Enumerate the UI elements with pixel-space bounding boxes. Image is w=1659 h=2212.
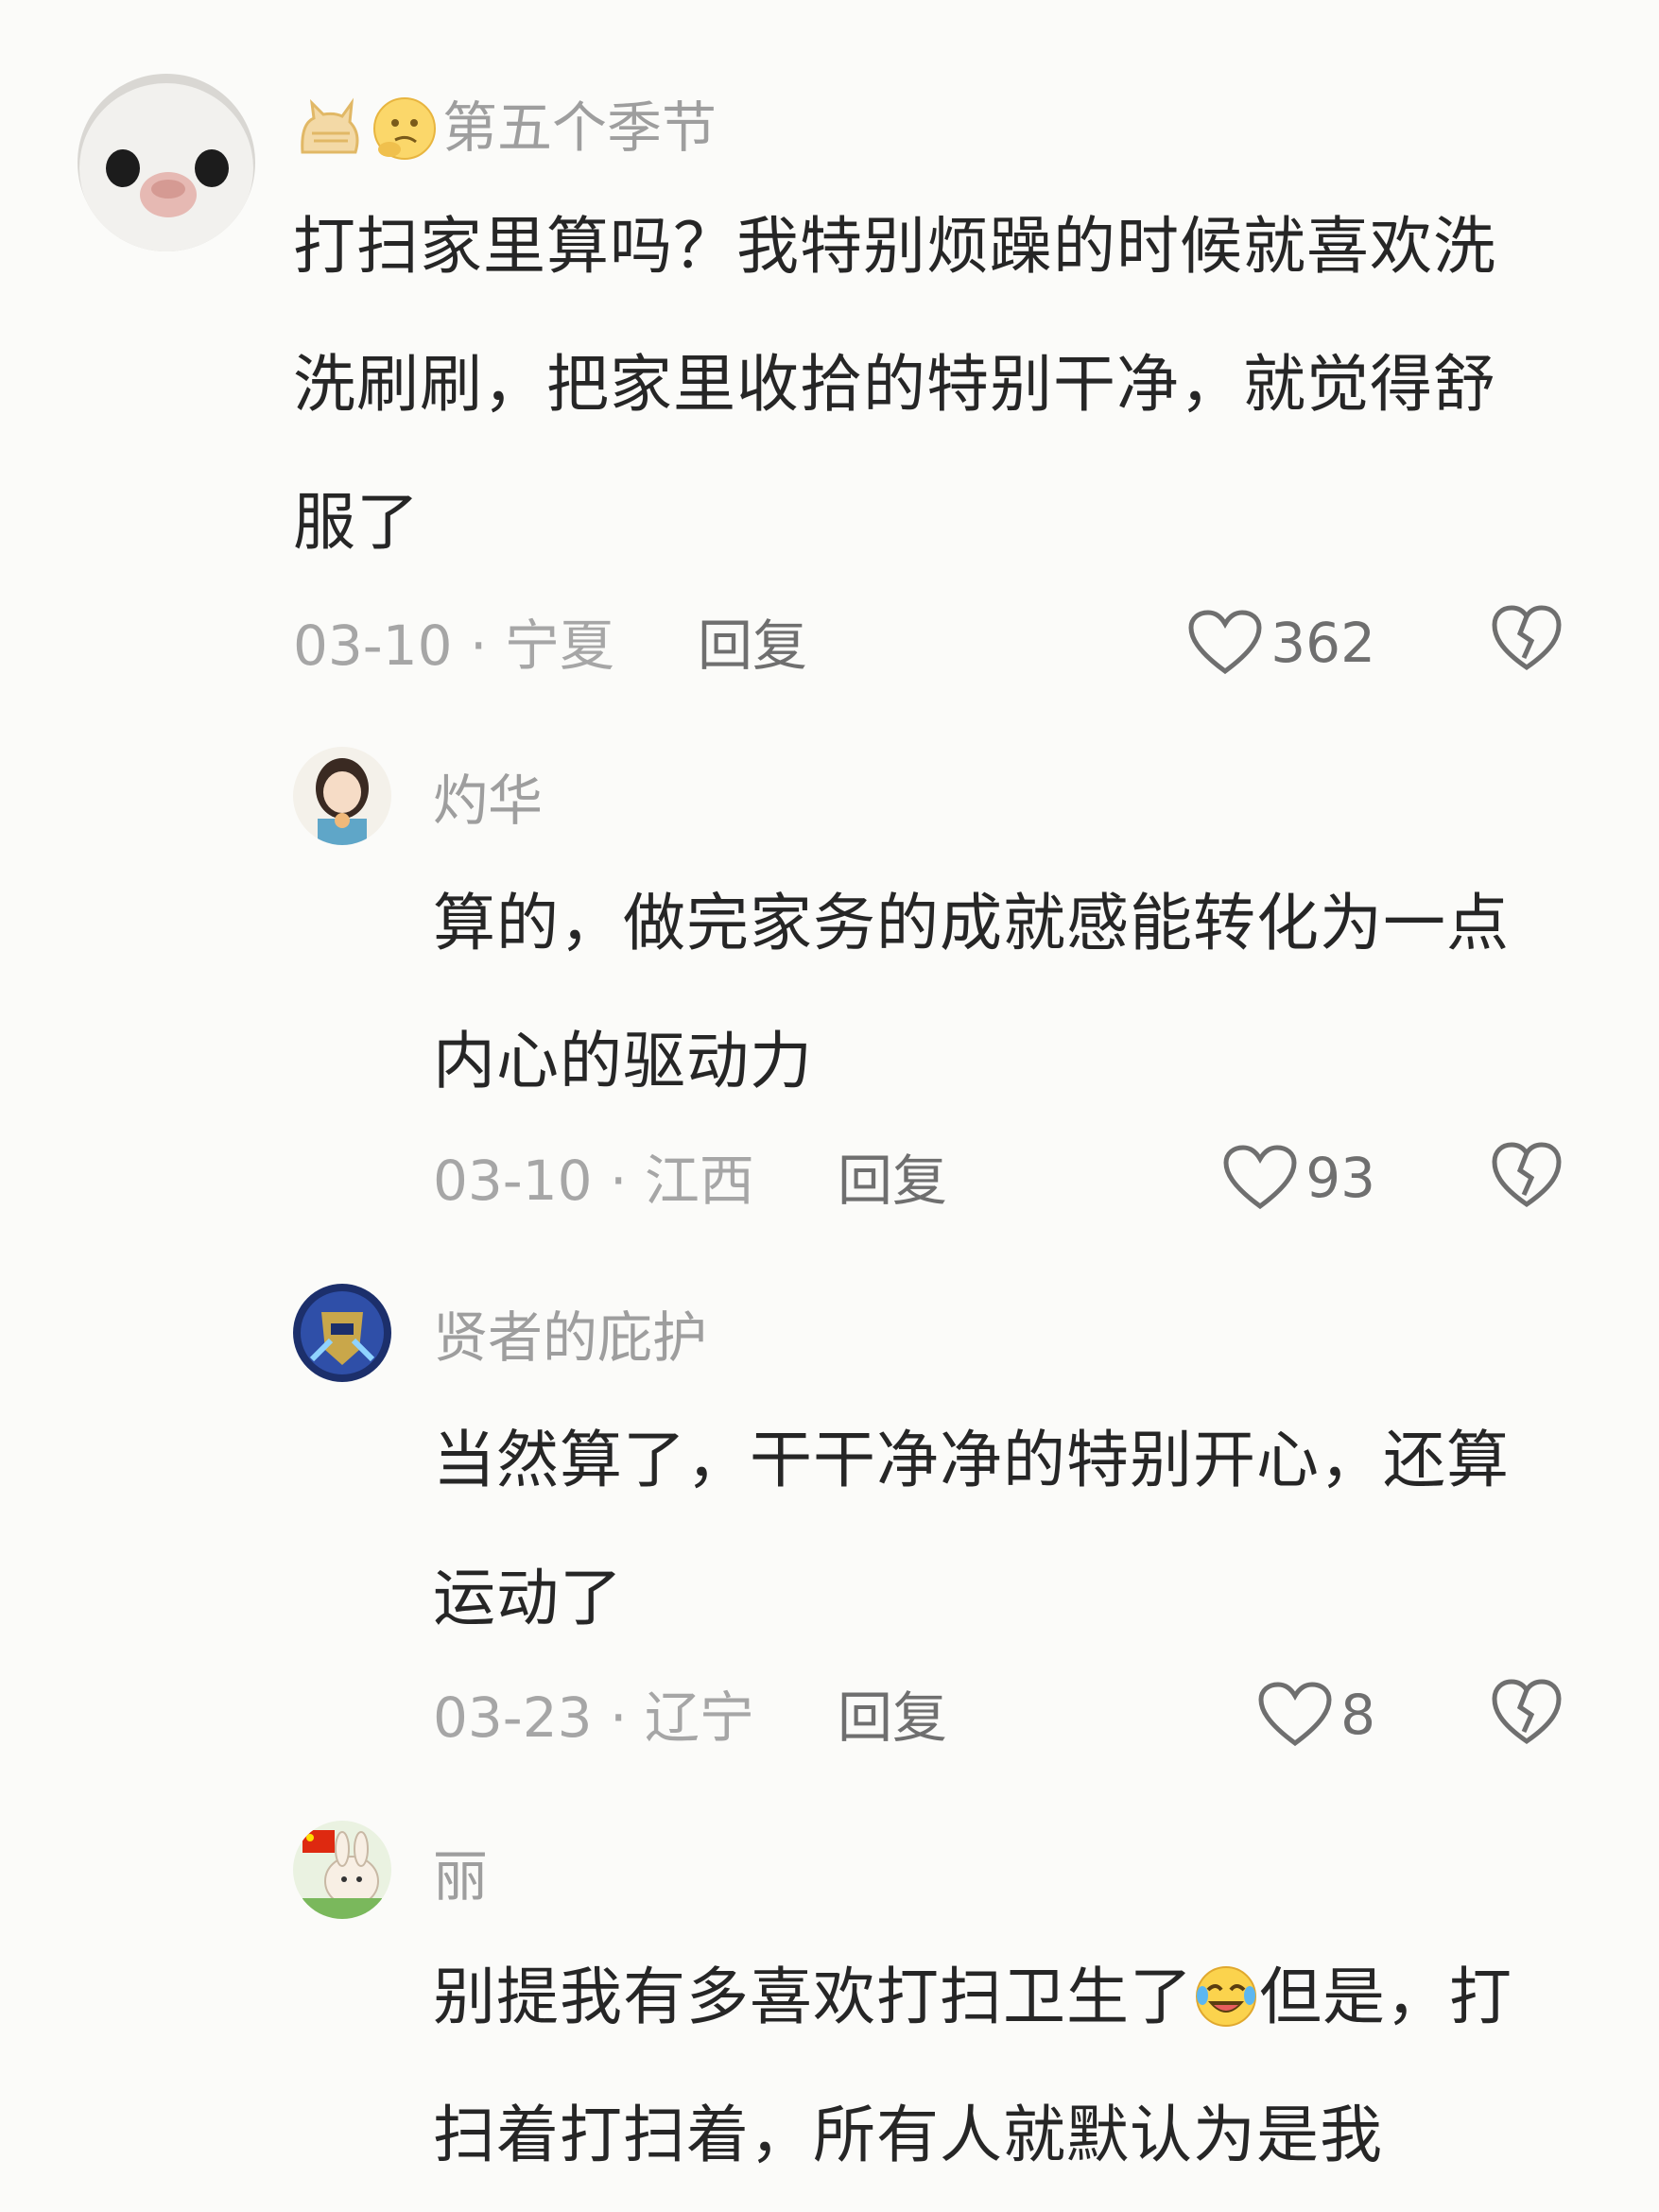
thinking-face-icon [371,95,439,166]
reply-button[interactable]: 回复 [698,613,807,679]
like-count: 93 [1305,1146,1375,1210]
heart-outline-icon [1222,1144,1298,1212]
user-badges [293,95,439,166]
broken-heart-icon [1492,1679,1562,1745]
reply-button[interactable]: 回复 [838,1148,947,1214]
cat-avatar-icon [78,74,255,251]
comment-text: 打扫家里算吗？我特别烦躁的时候就喜欢洗洗刷刷，把家里收拾的特别干净，就觉得舒服了 [293,210,1496,559]
comment-text-part: 别提我有多喜欢打扫卫生了 [433,1961,1193,2033]
avatar[interactable] [293,1821,391,1919]
like-count: 362 [1270,611,1375,675]
armored-hero-avatar-icon [293,1284,391,1382]
comment-text: 算的，做完家务的成就感能转化为一点内心的驱动力 [433,887,1510,1097]
rolling-laughing-face-icon [1193,1940,1259,2027]
avatar[interactable] [78,74,255,251]
dislike-button[interactable] [1490,601,1564,675]
username[interactable]: 贤者的庇护 [433,1305,707,1371]
girl-avatar-icon [293,747,391,845]
broken-heart-icon [1492,1142,1562,1208]
like-button[interactable]: 93 [1222,1140,1375,1216]
comment-meta: 03-23 · 辽宁 [433,1685,754,1750]
comment-meta: 03-10 · 江西 [433,1149,754,1213]
comment-text: 当然算了，干干净净的特别开心，还算运动了 [433,1424,1510,1634]
username[interactable]: 灼华 [433,768,543,834]
rabbit-flag-avatar-icon [293,1821,391,1919]
like-count: 8 [1340,1683,1375,1747]
like-button[interactable]: 8 [1257,1677,1375,1753]
heart-outline-icon [1187,609,1263,677]
username[interactable]: 丽 [433,1843,488,1910]
avatar[interactable] [293,747,391,845]
heart-outline-icon [1257,1681,1333,1749]
reply-button[interactable]: 回复 [838,1685,947,1751]
dislike-button[interactable] [1490,1675,1564,1749]
avatar[interactable] [293,1284,391,1382]
cat-icon [293,95,367,165]
broken-heart-icon [1492,605,1562,671]
comment-text: 别提我有多喜欢打扫卫生了 但是，打扫着打扫着，所有人就默认为是我 [433,1928,1558,2204]
comment-meta: 03-10 · 宁夏 [293,613,614,678]
dislike-button[interactable] [1490,1138,1564,1212]
username[interactable]: 第五个季节 [442,95,717,161]
like-button[interactable]: 362 [1187,605,1375,681]
